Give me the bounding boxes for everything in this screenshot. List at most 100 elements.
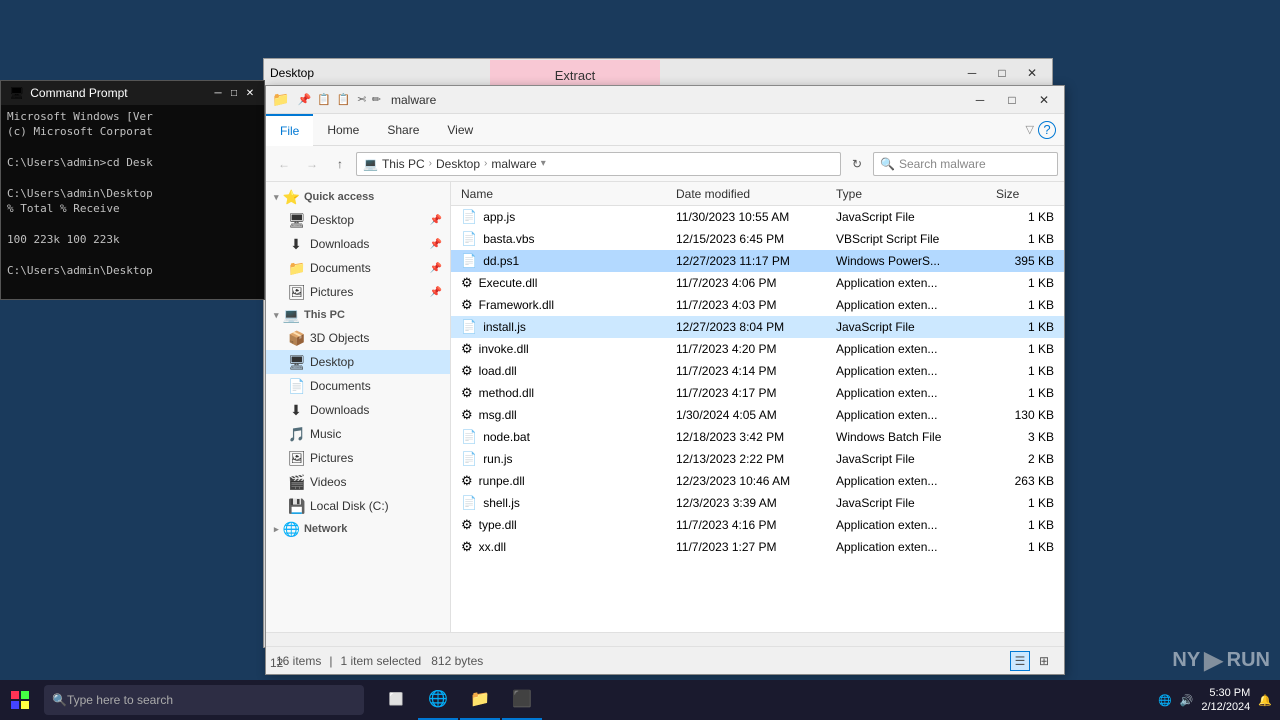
- cmd-minimize[interactable]: ─: [212, 87, 224, 99]
- taskbar-taskview[interactable]: ⬜: [376, 680, 416, 720]
- file-row[interactable]: 📄basta.vbs12/15/2023 6:45 PMVBScript Scr…: [451, 228, 1064, 250]
- file-name: dd.ps1: [483, 254, 519, 268]
- col-header-name[interactable]: Name: [455, 182, 670, 206]
- cmd-close[interactable]: ✕: [244, 87, 256, 99]
- file-row[interactable]: 📄node.bat12/18/2023 3:42 PMWindows Batch…: [451, 426, 1064, 448]
- file-row[interactable]: 📄dd.ps112/27/2023 11:17 PMWindows PowerS…: [451, 250, 1064, 272]
- cut-icon[interactable]: ✂: [357, 93, 366, 106]
- explorer-close-btn[interactable]: ✕: [1030, 90, 1058, 110]
- sidebar-quick-access-header[interactable]: ▾ ⭐ Quick access: [266, 186, 450, 208]
- file-name: method.dll: [479, 386, 534, 400]
- file-type-icon: 📄: [461, 253, 477, 269]
- bg-close-btn[interactable]: ✕: [1018, 63, 1046, 83]
- explorer-minimize-btn[interactable]: ─: [966, 90, 994, 110]
- file-row[interactable]: ⚙runpe.dll12/23/2023 10:46 AMApplication…: [451, 470, 1064, 492]
- refresh-btn[interactable]: ↻: [845, 152, 869, 176]
- file-name: Execute.dll: [479, 276, 538, 290]
- taskbar-search[interactable]: 🔍 Type here to search: [44, 685, 364, 715]
- file-name-cell: ⚙method.dll: [455, 385, 670, 401]
- file-type: VBScript Script File: [830, 232, 990, 246]
- file-name: run.js: [483, 452, 512, 466]
- sidebar-item-documents[interactable]: 📄 Documents: [266, 374, 450, 398]
- forward-arrow[interactable]: →: [300, 152, 324, 176]
- pin-icon[interactable]: 📌: [297, 93, 311, 106]
- ribbon-tab-home[interactable]: Home: [313, 114, 373, 146]
- cmd-icon: 🖥: [9, 86, 24, 100]
- sidebar-item-desktop[interactable]: 🖥 Desktop: [266, 350, 450, 374]
- sidebar-videos-label: Videos: [310, 475, 346, 489]
- details-view-btn[interactable]: ☰: [1010, 651, 1030, 671]
- ribbon-tab-share[interactable]: Share: [373, 114, 433, 146]
- file-type-icon: 📄: [461, 451, 477, 467]
- file-row[interactable]: 📄run.js12/13/2023 2:22 PMJavaScript File…: [451, 448, 1064, 470]
- explorer-body: ▾ ⭐ Quick access 🖥 Desktop 📌 ⬇ Downloads…: [266, 182, 1064, 632]
- documents-icon: 📄: [288, 378, 304, 395]
- ribbon-tab-view[interactable]: View: [433, 114, 487, 146]
- explorer-maximize-btn[interactable]: □: [998, 90, 1026, 110]
- start-button[interactable]: [0, 680, 40, 720]
- cmd-maximize[interactable]: □: [228, 87, 240, 99]
- file-name-cell: 📄shell.js: [455, 495, 670, 511]
- col-header-date[interactable]: Date modified: [670, 182, 830, 206]
- bg-minimize-btn[interactable]: ─: [958, 63, 986, 83]
- file-name: invoke.dll: [479, 342, 529, 356]
- taskbar-terminal[interactable]: ⬛: [502, 680, 542, 720]
- taskbar-edge[interactable]: 🌐: [418, 680, 458, 720]
- breadcrumb[interactable]: 💻 This PC › Desktop › malware ▾: [356, 152, 841, 176]
- file-type: JavaScript File: [830, 320, 990, 334]
- file-size: 1 KB: [990, 232, 1060, 246]
- copy-icon[interactable]: 📋: [317, 93, 331, 106]
- sound-icon[interactable]: 🔊: [1180, 694, 1194, 707]
- file-name-cell: ⚙Execute.dll: [455, 275, 670, 291]
- up-arrow[interactable]: ↑: [328, 152, 352, 176]
- file-items: 📄app.js11/30/2023 10:55 AMJavaScript Fil…: [451, 206, 1064, 632]
- file-row[interactable]: ⚙Framework.dll11/7/2023 4:03 PMApplicati…: [451, 294, 1064, 316]
- paste-icon[interactable]: 📋: [337, 93, 351, 106]
- sidebar-item-desktop-qa[interactable]: 🖥 Desktop 📌: [266, 208, 450, 232]
- sidebar-item-downloads-qa[interactable]: ⬇ Downloads 📌: [266, 232, 450, 256]
- breadcrumb-desktop[interactable]: Desktop: [436, 157, 480, 171]
- ribbon-quick-buttons: 📌 📋 📋 ✂ ✏: [297, 93, 381, 106]
- file-row[interactable]: ⚙type.dll11/7/2023 4:16 PMApplication ex…: [451, 514, 1064, 536]
- file-row[interactable]: ⚙xx.dll11/7/2023 1:27 PMApplication exte…: [451, 536, 1064, 558]
- taskbar-explorer[interactable]: 📁: [460, 680, 500, 720]
- search-box[interactable]: 🔍 Search malware: [873, 152, 1058, 176]
- help-btn[interactable]: ?: [1038, 121, 1056, 139]
- file-row[interactable]: ⚙load.dll11/7/2023 4:14 PMApplication ex…: [451, 360, 1064, 382]
- file-row[interactable]: 📄app.js11/30/2023 10:55 AMJavaScript Fil…: [451, 206, 1064, 228]
- sidebar-thispc-header[interactable]: ▾ 💻 This PC: [266, 304, 450, 326]
- bg-maximize-btn[interactable]: □: [988, 63, 1016, 83]
- sidebar-item-local-disk[interactable]: 💾 Local Disk (C:): [266, 494, 450, 518]
- file-row[interactable]: 📄install.js12/27/2023 8:04 PMJavaScript …: [451, 316, 1064, 338]
- documents-qa-pin: 📌: [430, 263, 442, 274]
- bc-dropdown-icon[interactable]: ▾: [541, 158, 546, 169]
- sidebar-item-music[interactable]: 🎵 Music: [266, 422, 450, 446]
- bc-sep-2: ›: [484, 158, 487, 169]
- file-row[interactable]: ⚙method.dll11/7/2023 4:17 PMApplication …: [451, 382, 1064, 404]
- notification-icon[interactable]: 🔔: [1258, 694, 1272, 707]
- large-icon-view-btn[interactable]: ⊞: [1034, 651, 1054, 671]
- file-row[interactable]: 📄shell.js12/3/2023 3:39 AMJavaScript Fil…: [451, 492, 1064, 514]
- file-row[interactable]: ⚙msg.dll1/30/2024 4:05 AMApplication ext…: [451, 404, 1064, 426]
- sidebar-network-header[interactable]: ▸ 🌐 Network: [266, 518, 450, 540]
- sidebar-item-documents-qa[interactable]: 📁 Documents 📌: [266, 256, 450, 280]
- sidebar-item-pictures[interactable]: 🖼 Pictures: [266, 446, 450, 470]
- sidebar-item-pictures-qa[interactable]: 🖼 Pictures 📌: [266, 280, 450, 304]
- file-row[interactable]: ⚙invoke.dll11/7/2023 4:20 PMApplication …: [451, 338, 1064, 360]
- 3d-objects-icon: 📦: [288, 330, 304, 347]
- file-row[interactable]: ⚙Execute.dll11/7/2023 4:06 PMApplication…: [451, 272, 1064, 294]
- sidebar-item-downloads[interactable]: ⬇ Downloads: [266, 398, 450, 422]
- col-header-type[interactable]: Type: [830, 182, 990, 206]
- breadcrumb-thispc[interactable]: This PC: [382, 157, 425, 171]
- sidebar-item-videos[interactable]: 🎬 Videos: [266, 470, 450, 494]
- network-status-icon[interactable]: 🌐: [1158, 694, 1172, 707]
- ribbon-expand-icon[interactable]: ▽: [1026, 123, 1034, 136]
- breadcrumb-malware[interactable]: malware: [491, 157, 536, 171]
- col-header-size[interactable]: Size: [990, 182, 1060, 206]
- file-type-icon: 📄: [461, 429, 477, 445]
- horizontal-scrollbar[interactable]: [266, 632, 1064, 646]
- sidebar-item-3d-objects[interactable]: 📦 3D Objects: [266, 326, 450, 350]
- rename-icon[interactable]: ✏: [372, 93, 381, 106]
- back-arrow[interactable]: ←: [272, 152, 296, 176]
- ribbon-tab-file[interactable]: File: [266, 114, 313, 146]
